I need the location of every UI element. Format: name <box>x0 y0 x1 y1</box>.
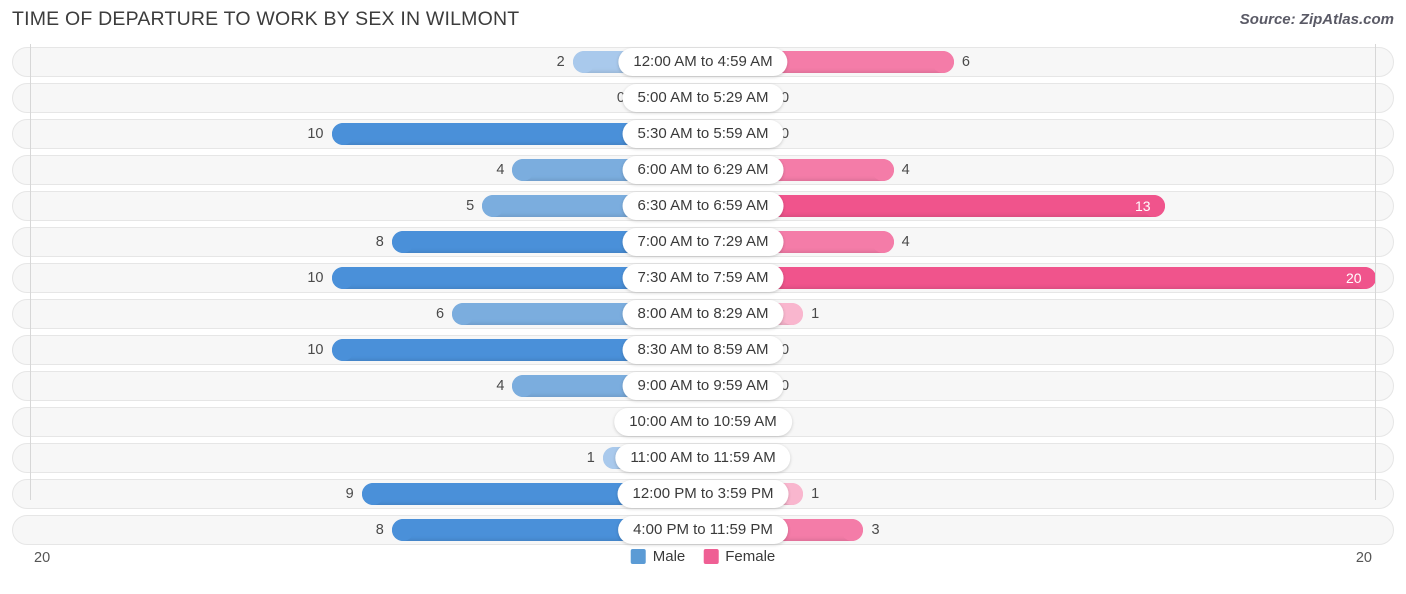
source-attribution: Source: ZipAtlas.com <box>1239 11 1394 28</box>
legend-item-male[interactable]: Male <box>630 548 686 565</box>
bar-row[interactable]: 10 20 7:30 AM to 7:59 AM <box>12 260 1394 296</box>
bar-value-male: 4 <box>496 162 505 178</box>
bar-value-male: 5 <box>466 198 475 214</box>
chart-plot-area: 2 6 12:00 AM to 4:59 AM 0 0 5:00 AM to 5:29 A… <box>12 44 1394 545</box>
bar-row[interactable]: 4 0 9:00 AM to 9:59 AM <box>12 368 1394 404</box>
bar-value-female: 20 <box>1346 270 1362 286</box>
category-label: 5:00 AM to 5:29 AM <box>622 84 784 112</box>
chart-footer: 20 20 Male Female <box>12 544 1394 590</box>
bar-row[interactable]: 10 0 8:30 AM to 8:59 AM <box>12 332 1394 368</box>
bar-female[interactable] <box>703 267 1376 289</box>
category-label: 6:30 AM to 6:59 AM <box>622 192 784 220</box>
bar-row[interactable]: 0010:00 AM to 10:59 AM <box>12 404 1394 440</box>
bar-row[interactable]: 10 0 5:30 AM to 5:59 AM <box>12 116 1394 152</box>
legend-label: Female <box>725 548 776 565</box>
bar-row[interactable]: 8 3 4:00 PM to 11:59 PM <box>12 512 1394 548</box>
bar-value-female: 1 <box>811 486 820 502</box>
bar-value-male: 10 <box>307 342 324 358</box>
axis-gridline-left <box>30 44 31 500</box>
chart-legend: Male Female <box>630 548 775 565</box>
bar-value-male: 10 <box>307 126 324 142</box>
bar-rows-container: 2 6 12:00 AM to 4:59 AM 0 0 5:00 AM to 5:29 A… <box>12 44 1394 548</box>
bar-value-male: 6 <box>436 306 445 322</box>
bar-value-female: 1 <box>811 306 820 322</box>
legend-label: Male <box>652 548 686 565</box>
chart-header: TIME OF DEPARTURE TO WORK BY SEX IN WILM… <box>0 0 1406 44</box>
legend-swatch-icon <box>630 549 646 564</box>
axis-gridline-right <box>1375 44 1376 500</box>
bar-value-female: 4 <box>901 234 910 250</box>
category-label: 12:00 AM to 4:59 AM <box>618 48 788 76</box>
category-label: 8:30 AM to 8:59 AM <box>622 336 784 364</box>
bar-value-male: 1 <box>586 450 595 466</box>
category-label: 9:00 AM to 9:59 AM <box>622 372 784 400</box>
category-label: 11:00 AM to 11:59 AM <box>615 444 791 472</box>
bar-row[interactable]: 8 4 7:00 AM to 7:29 AM <box>12 224 1394 260</box>
bar-row[interactable]: 4 4 6:00 AM to 6:29 AM <box>12 152 1394 188</box>
category-label: 8:00 AM to 8:29 AM <box>622 300 784 328</box>
category-label: 5:30 AM to 5:59 AM <box>622 120 784 148</box>
legend-swatch-icon <box>703 549 719 564</box>
category-label: 6:00 AM to 6:29 AM <box>622 156 784 184</box>
bar-row[interactable]: 0 0 5:00 AM to 5:29 AM <box>12 80 1394 116</box>
bar-value-female: 6 <box>961 54 970 70</box>
bar-value-male: 8 <box>375 522 384 538</box>
category-label: 4:00 PM to 11:59 PM <box>618 516 788 544</box>
bar-value-male: 10 <box>307 270 324 286</box>
bar-value-male: 2 <box>556 54 565 70</box>
category-label: 7:00 AM to 7:29 AM <box>622 228 784 256</box>
bar-row[interactable]: 6 1 8:00 AM to 8:29 AM <box>12 296 1394 332</box>
bar-row[interactable]: 5 13 6:30 AM to 6:59 AM <box>12 188 1394 224</box>
bar-value-male: 9 <box>345 486 354 502</box>
bar-row[interactable]: 9 1 12:00 PM to 3:59 PM <box>12 476 1394 512</box>
category-label: 7:30 AM to 7:59 AM <box>622 264 784 292</box>
legend-item-female[interactable]: Female <box>703 548 775 565</box>
axis-tick-right: 20 <box>1355 550 1372 566</box>
bar-row[interactable]: 2 6 12:00 AM to 4:59 AM <box>12 44 1394 80</box>
bar-value-female: 4 <box>901 162 910 178</box>
bar-value-female: 3 <box>871 522 880 538</box>
bar-row[interactable]: 1011:00 AM to 11:59 AM <box>12 440 1394 476</box>
axis-tick-left: 20 <box>34 550 51 566</box>
category-label: 12:00 PM to 3:59 PM <box>617 480 789 508</box>
bar-value-male: 8 <box>375 234 384 250</box>
page-title: TIME OF DEPARTURE TO WORK BY SEX IN WILM… <box>12 8 520 30</box>
category-label: 10:00 AM to 10:59 AM <box>614 408 792 436</box>
bar-value-male: 4 <box>496 378 505 394</box>
bar-value-female: 13 <box>1134 198 1151 214</box>
